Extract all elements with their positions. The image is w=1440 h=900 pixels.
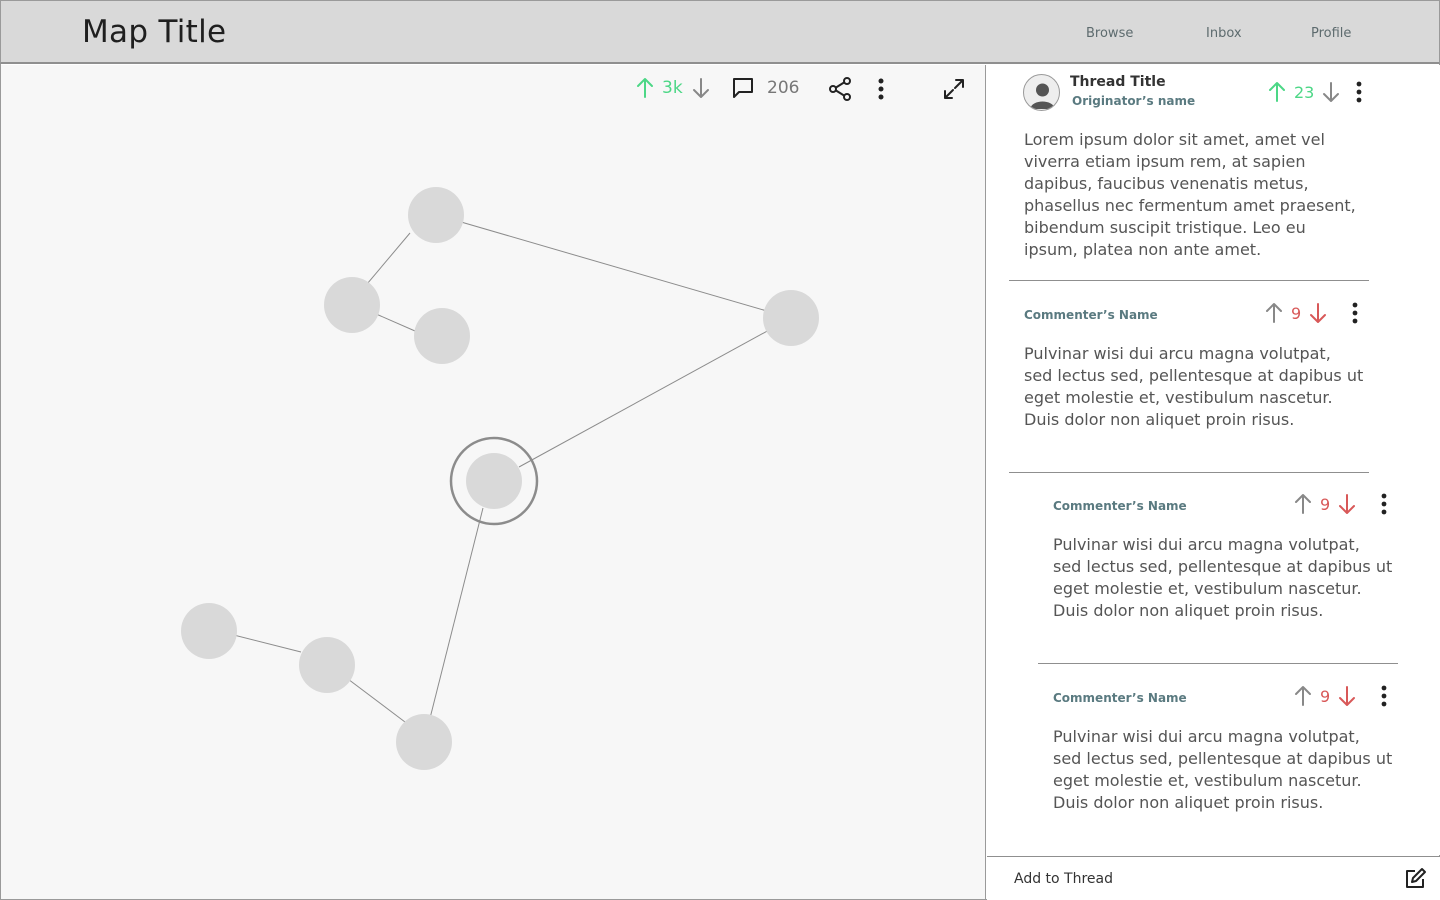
graph-node[interactable]	[324, 277, 380, 333]
graph-edge	[518, 317, 792, 468]
header-bar: Map Title Browse Inbox Profile	[0, 0, 1440, 64]
graph-node[interactable]	[763, 290, 819, 346]
share-icon[interactable]	[828, 76, 852, 102]
more-icon[interactable]	[1381, 685, 1387, 707]
thread-vote-count: 23	[1294, 82, 1315, 102]
comment-vote: 9	[1265, 302, 1327, 324]
arrow-down-icon[interactable]	[1338, 493, 1356, 515]
thread-body: Lorem ipsum dolor sit amet, amet vel viv…	[1024, 130, 1356, 259]
arrow-up-icon[interactable]	[1294, 493, 1312, 515]
comment-vote: 9	[1294, 493, 1356, 515]
nav-browse[interactable]: Browse	[1086, 26, 1133, 41]
node-graph	[181, 187, 819, 770]
comment-icon[interactable]	[731, 76, 755, 100]
nav-profile[interactable]: Profile	[1311, 26, 1351, 41]
divider	[1038, 663, 1398, 664]
graph-edge	[423, 507, 484, 743]
thread-vote: 23	[1268, 81, 1340, 103]
arrow-down-icon[interactable]	[692, 77, 710, 99]
more-icon[interactable]	[877, 77, 885, 101]
arrow-up-icon[interactable]	[636, 77, 654, 99]
nav-inbox[interactable]: Inbox	[1206, 26, 1242, 41]
graph-edge	[436, 214, 792, 319]
graph-node[interactable]	[414, 308, 470, 364]
page-title: Map Title	[82, 14, 227, 50]
comment-vote: 9	[1294, 685, 1356, 707]
graph-node-selected[interactable]	[466, 453, 522, 509]
user-icon	[1030, 83, 1055, 109]
comment-vote-count: 9	[1291, 303, 1302, 323]
divider	[1009, 280, 1369, 281]
arrow-down-icon[interactable]	[1338, 685, 1356, 707]
arrow-up-icon[interactable]	[1268, 81, 1286, 103]
graph-node[interactable]	[408, 187, 464, 243]
commenter-name[interactable]: Commenter’s Name	[1053, 691, 1187, 705]
comment-body: Pulvinar wisi dui arcu magna volutpat, s…	[1053, 727, 1393, 812]
add-to-thread-label[interactable]: Add to Thread	[1014, 871, 1113, 887]
arrow-down-icon[interactable]	[1322, 81, 1340, 103]
map-canvas[interactable]: 3k 206	[1, 65, 986, 899]
commenter-name[interactable]: Commenter’s Name	[1024, 308, 1158, 322]
arrow-up-icon[interactable]	[1265, 302, 1283, 324]
thread-title: Thread Title	[1070, 74, 1166, 90]
originator-name[interactable]: Originator’s name	[1072, 94, 1195, 108]
avatar[interactable]	[1023, 74, 1060, 111]
divider	[1009, 472, 1369, 473]
more-icon[interactable]	[1352, 302, 1358, 324]
comment-body: Pulvinar wisi dui arcu magna volutpat, s…	[1024, 344, 1364, 429]
commenter-name[interactable]: Commenter’s Name	[1053, 499, 1187, 513]
graph-node[interactable]	[396, 714, 452, 770]
comment-count: 206	[767, 78, 800, 98]
graph-node[interactable]	[181, 603, 237, 659]
graph-node[interactable]	[299, 637, 355, 693]
more-icon[interactable]	[1381, 493, 1387, 515]
edit-icon[interactable]	[1403, 867, 1427, 891]
arrow-down-icon[interactable]	[1309, 302, 1327, 324]
upvote-count: 3k	[662, 78, 683, 98]
comment-body: Pulvinar wisi dui arcu magna volutpat, s…	[1053, 535, 1393, 620]
more-icon[interactable]	[1356, 81, 1362, 103]
arrow-up-icon[interactable]	[1294, 685, 1312, 707]
add-to-thread-bar[interactable]: Add to Thread	[987, 856, 1440, 900]
expand-icon[interactable]	[942, 77, 966, 101]
thread-panel: Thread Title Originator’s name 23 Lorem …	[987, 65, 1440, 855]
comment-vote-count: 9	[1320, 686, 1331, 706]
comment-vote-count: 9	[1320, 494, 1331, 514]
